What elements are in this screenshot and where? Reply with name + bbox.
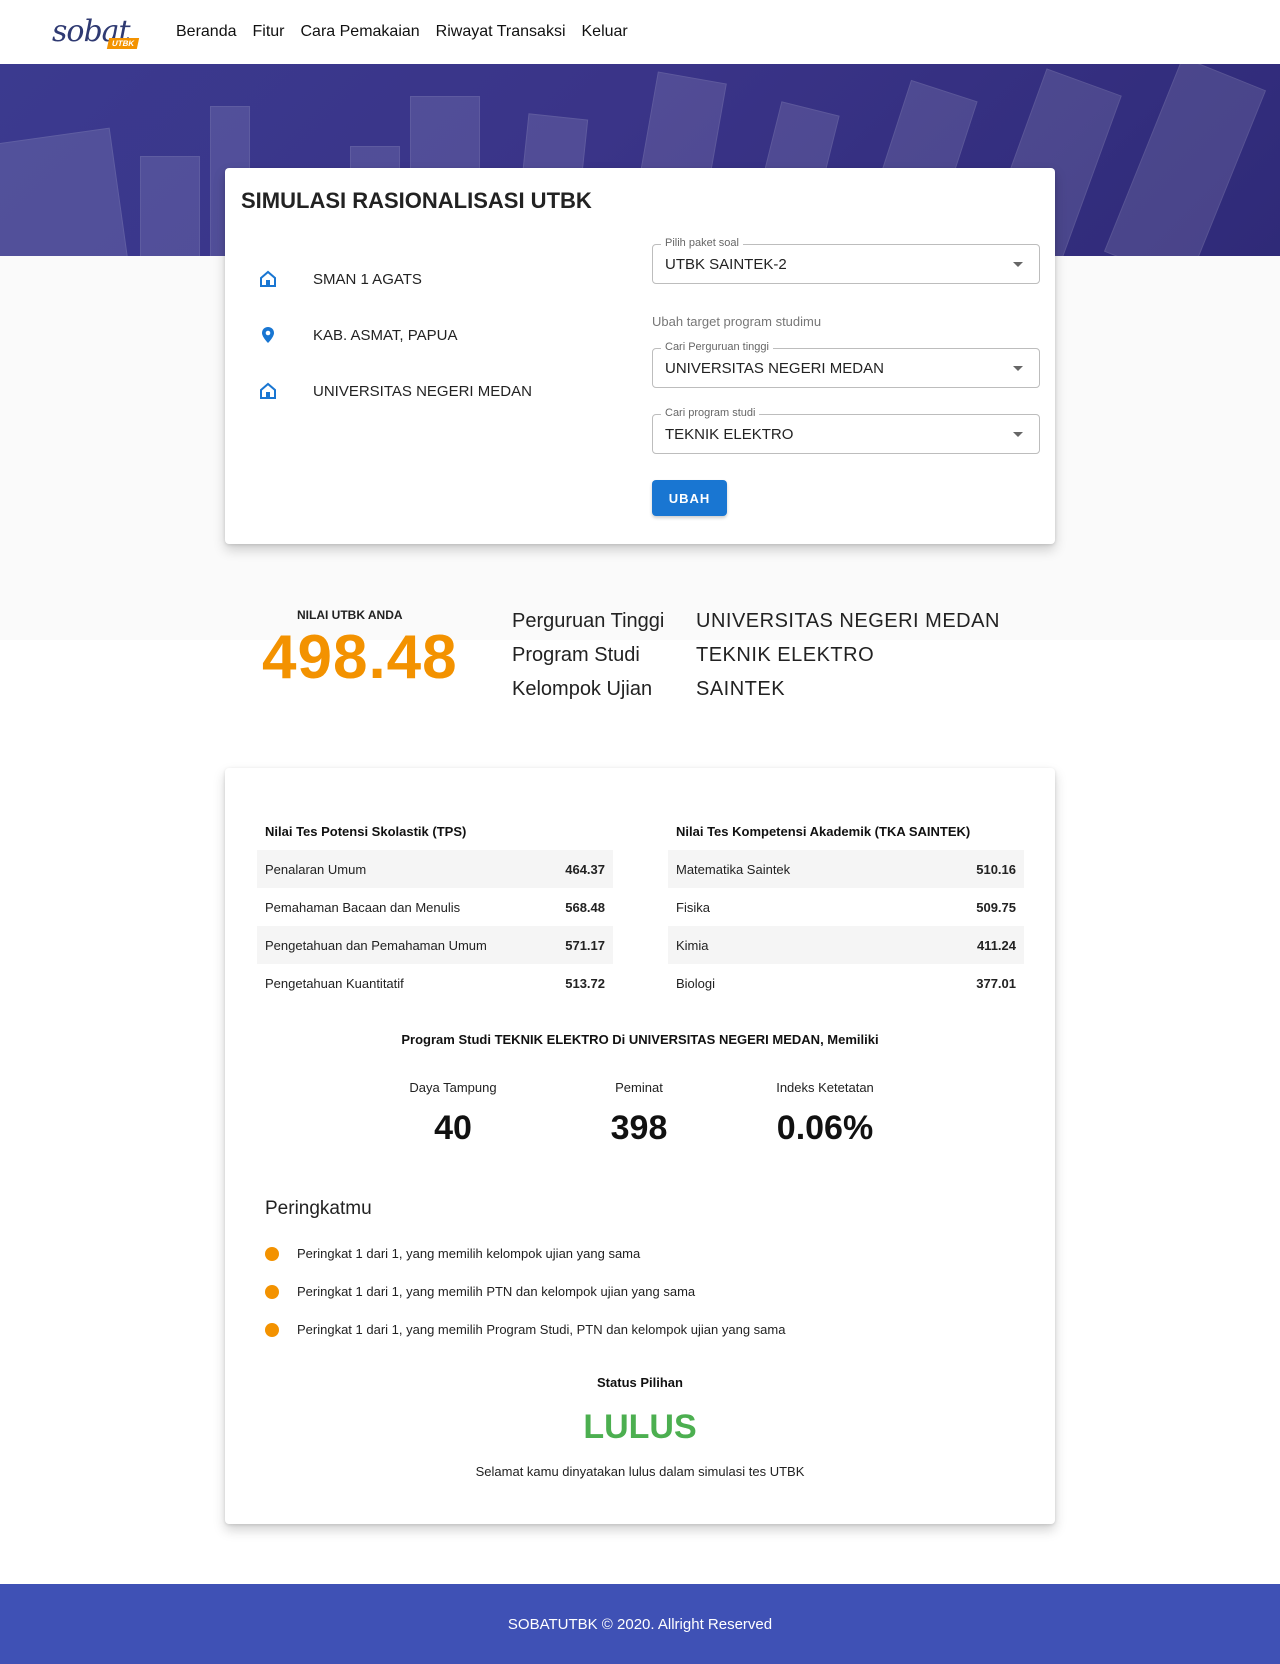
location-name: KAB. ASMAT, PAPUA bbox=[313, 326, 458, 344]
table-row: Pengetahuan Kuantitatif 513.72 bbox=[257, 964, 613, 1002]
score-label: NILAI UTBK ANDA bbox=[297, 608, 403, 622]
hero-book-shape bbox=[1103, 64, 1267, 256]
table-row: Pemahaman Bacaan dan Menulis 568.48 bbox=[257, 888, 613, 926]
stat-label: Daya Tampung bbox=[409, 1080, 497, 1095]
school-icon bbox=[259, 270, 277, 288]
bullet-dot-icon bbox=[265, 1246, 279, 1261]
row-value: 411.24 bbox=[976, 937, 1016, 953]
program-studi-value: TEKNIK ELEKTRO bbox=[665, 426, 794, 443]
row-label: Fisika bbox=[676, 899, 710, 915]
bullet-dot-icon bbox=[265, 1322, 279, 1337]
tps-title: Nilai Tes Potensi Skolastik (TPS) bbox=[265, 824, 467, 839]
program-studi-select[interactable]: Cari program studi TEKNIK ELEKTRO bbox=[652, 407, 1040, 454]
navbar: sobat UTBK Beranda Fitur Cara Pemakaian … bbox=[0, 0, 1280, 64]
table-row: Fisika 509.75 bbox=[668, 888, 1024, 926]
ranking-title: Peringkatmu bbox=[265, 1198, 372, 1219]
list-item: Peringkat 1 dari 1, yang memilih kelompo… bbox=[265, 1246, 640, 1261]
hero-book-shape bbox=[140, 156, 200, 256]
stat-peminat: Peminat 398 bbox=[559, 1080, 719, 1148]
row-value: 509.75 bbox=[976, 899, 1016, 915]
nav-keluar[interactable]: Keluar bbox=[582, 23, 628, 41]
ubah-target-label: Ubah target program studimu bbox=[652, 314, 822, 329]
row-label: Kimia bbox=[676, 937, 709, 953]
row-value: 510.16 bbox=[976, 861, 1016, 877]
row-value: 513.72 bbox=[565, 975, 605, 991]
brand-logo-badge: UTBK bbox=[106, 38, 140, 49]
table-row: Kimia 411.24 bbox=[668, 926, 1024, 964]
stat-indeks-ketetatan: Indeks Ketetatan 0.06% bbox=[745, 1080, 905, 1148]
prodi-info-title: Program Studi TEKNIK ELEKTRO Di UNIVERSI… bbox=[401, 1032, 879, 1047]
school-name: SMAN 1 AGATS bbox=[313, 270, 422, 288]
row-label: Penalaran Umum bbox=[265, 861, 367, 877]
score-value: 498.48 bbox=[262, 623, 458, 692]
summary-value-ptn: UNIVERSITAS NEGERI MEDAN bbox=[696, 610, 1000, 632]
summary-key-prodi: Program Studi bbox=[512, 644, 640, 666]
nav-cara-pemakaian[interactable]: Cara Pemakaian bbox=[301, 23, 420, 41]
stat-label: Indeks Ketetatan bbox=[776, 1080, 874, 1095]
row-label: Pemahaman Bacaan dan Menulis bbox=[265, 899, 461, 915]
university-icon bbox=[259, 382, 277, 400]
status-badge: LULUS bbox=[583, 1408, 697, 1446]
list-item: Peringkat 1 dari 1, yang memilih PTN dan… bbox=[265, 1284, 695, 1299]
stat-value: 398 bbox=[610, 1109, 668, 1147]
perguruan-tinggi-legend: Cari Perguruan tinggi bbox=[661, 341, 773, 353]
paket-soal-select[interactable]: Pilih paket soal UTBK SAINTEK-2 bbox=[652, 237, 1040, 284]
page-title: SIMULASI RASIONALISASI UTBK bbox=[241, 188, 592, 213]
table-row: Pengetahuan dan Pemahaman Umum 571.17 bbox=[257, 926, 613, 964]
nav-beranda[interactable]: Beranda bbox=[176, 23, 237, 41]
university-info: UNIVERSITAS NEGERI MEDAN bbox=[259, 382, 532, 400]
row-label: Matematika Saintek bbox=[676, 861, 791, 877]
nav-riwayat-transaksi[interactable]: Riwayat Transaksi bbox=[436, 23, 566, 41]
paket-soal-value: UTBK SAINTEK-2 bbox=[665, 256, 787, 273]
table-row: Biologi 377.01 bbox=[668, 964, 1024, 1002]
hero-book-shape bbox=[0, 127, 130, 256]
paket-soal-legend: Pilih paket soal bbox=[661, 237, 743, 249]
row-value: 464.37 bbox=[565, 861, 605, 877]
footer: SOBATUTBK © 2020. Allright Reserved bbox=[0, 1584, 1280, 1664]
nav-fitur[interactable]: Fitur bbox=[253, 23, 285, 41]
location-info: KAB. ASMAT, PAPUA bbox=[259, 326, 458, 344]
table-row: Matematika Saintek 510.16 bbox=[668, 850, 1024, 888]
stat-label: Peminat bbox=[615, 1080, 663, 1095]
status-description: Selamat kamu dinyatakan lulus dalam simu… bbox=[475, 1464, 805, 1479]
summary-value-prodi: TEKNIK ELEKTRO bbox=[696, 644, 875, 666]
school-info: SMAN 1 AGATS bbox=[259, 270, 422, 288]
perguruan-tinggi-select[interactable]: Cari Perguruan tinggi UNIVERSITAS NEGERI… bbox=[652, 341, 1040, 388]
stat-value: 40 bbox=[434, 1109, 472, 1147]
dropdown-arrow-icon bbox=[1013, 432, 1023, 437]
ubah-button[interactable]: UBAH bbox=[652, 480, 727, 516]
dropdown-arrow-icon bbox=[1013, 262, 1023, 267]
university-name: UNIVERSITAS NEGERI MEDAN bbox=[313, 382, 532, 400]
stat-daya-tampung: Daya Tampung 40 bbox=[373, 1080, 533, 1148]
tka-title: Nilai Tes Kompetensi Akademik (TKA SAINT… bbox=[676, 824, 971, 839]
program-studi-legend: Cari program studi bbox=[661, 407, 760, 419]
ranking-text: Peringkat 1 dari 1, yang memilih Program… bbox=[297, 1322, 786, 1337]
status-label: Status Pilihan bbox=[597, 1375, 683, 1390]
row-label: Pengetahuan Kuantitatif bbox=[265, 975, 404, 991]
table-row: Penalaran Umum 464.37 bbox=[257, 850, 613, 888]
dropdown-arrow-icon bbox=[1013, 366, 1023, 371]
row-label: Pengetahuan dan Pemahaman Umum bbox=[265, 937, 487, 953]
ranking-text: Peringkat 1 dari 1, yang memilih kelompo… bbox=[297, 1246, 641, 1261]
list-item: Peringkat 1 dari 1, yang memilih Program… bbox=[265, 1322, 785, 1337]
tka-table: Matematika Saintek 510.16 Fisika 509.75 Ki… bbox=[668, 850, 1024, 1002]
row-value: 377.01 bbox=[976, 975, 1016, 991]
row-value: 568.48 bbox=[565, 899, 605, 915]
row-label: Biologi bbox=[676, 975, 716, 991]
footer-copyright: SOBATUTBK © 2020. Allright Reserved bbox=[507, 1615, 773, 1633]
stat-value: 0.06% bbox=[776, 1109, 874, 1147]
bullet-dot-icon bbox=[265, 1284, 279, 1299]
row-value: 571.17 bbox=[565, 937, 605, 953]
summary-key-kelompok: Kelompok Ujian bbox=[512, 678, 653, 700]
simulation-card: SIMULASI RASIONALISASI UTBK SMAN 1 AGATS… bbox=[225, 168, 1055, 544]
summary-key-ptn: Perguruan Tinggi bbox=[512, 610, 665, 632]
ranking-text: Peringkat 1 dari 1, yang memilih PTN dan… bbox=[297, 1284, 696, 1299]
tps-table: Penalaran Umum 464.37 Pemahaman Bacaan da… bbox=[257, 850, 613, 1002]
result-card: Nilai Tes Potensi Skolastik (TPS) Penala… bbox=[225, 768, 1055, 1524]
brand-logo[interactable]: sobat UTBK bbox=[50, 12, 144, 52]
perguruan-tinggi-value: UNIVERSITAS NEGERI MEDAN bbox=[665, 360, 884, 377]
summary-value-kelompok: SAINTEK bbox=[696, 678, 786, 700]
location-pin-icon bbox=[259, 326, 277, 344]
